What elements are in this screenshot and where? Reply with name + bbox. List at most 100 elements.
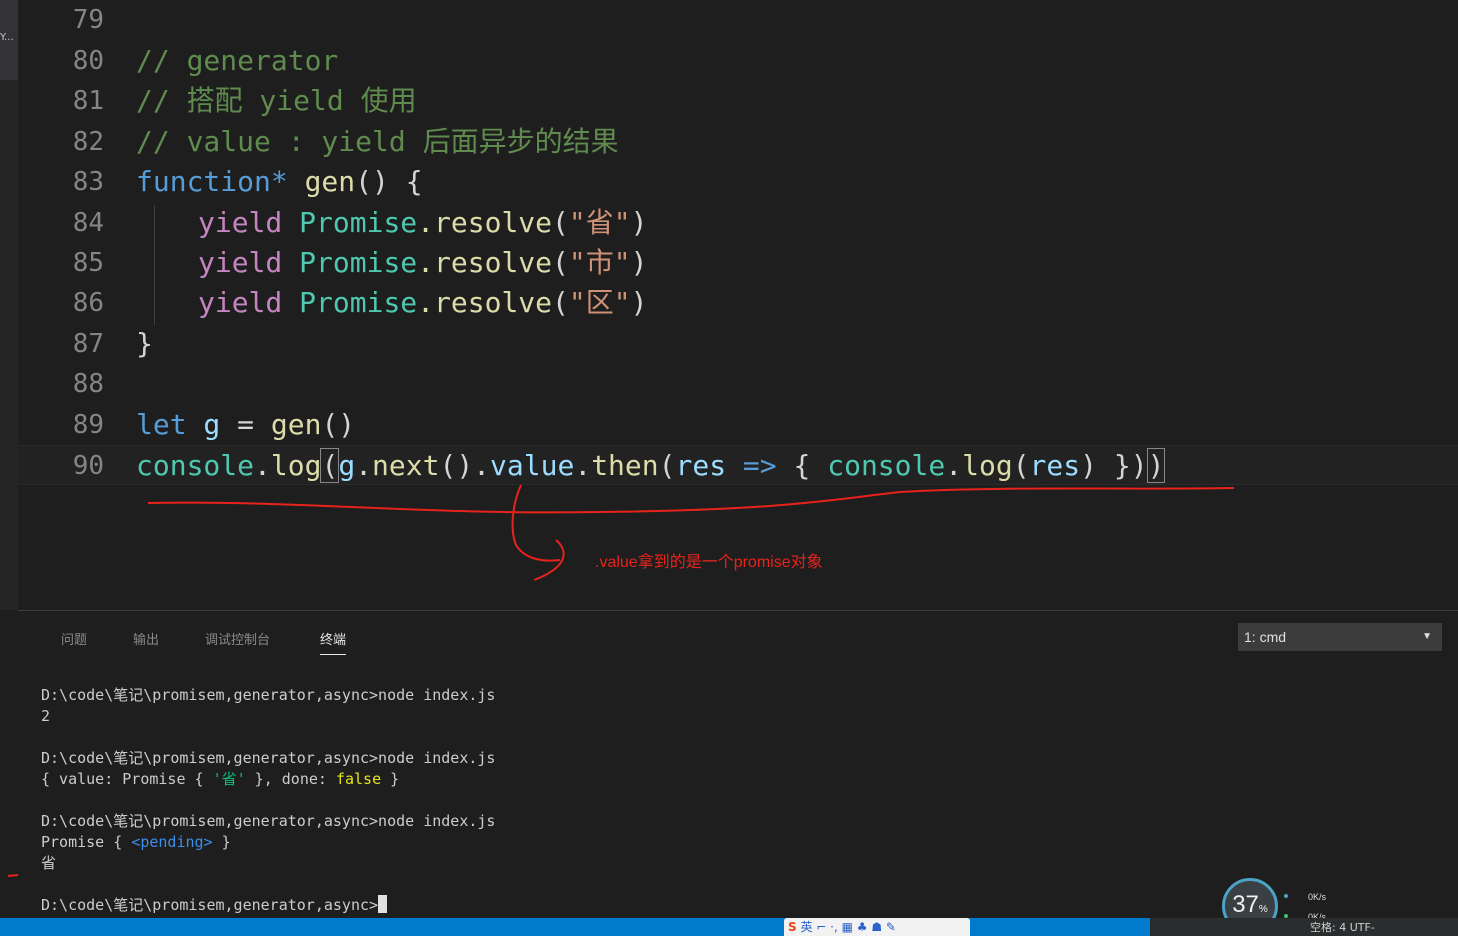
terminal-select[interactable]: 1: cmd ▼ — [1238, 623, 1442, 651]
code-line: 85 yield Promise.resolve("市") — [18, 243, 1458, 283]
method-then: then — [591, 449, 659, 482]
code-punct: { — [793, 449, 828, 482]
code-line: 80 // generator — [18, 41, 1458, 81]
code-comment: // value : yield 后面异步的结果 — [136, 125, 619, 158]
code-punct: ) — [630, 286, 648, 319]
terminal-boolean: false — [335, 770, 382, 788]
keyword-yield: yield — [198, 286, 283, 319]
method-name: .resolve — [417, 286, 553, 319]
upload-speed: 0K/s — [1308, 892, 1327, 902]
code-punct: ) — [630, 246, 648, 279]
string-literal: "市" — [568, 246, 631, 279]
line-number: 81 — [72, 86, 104, 116]
code-text: let g = gen() — [136, 405, 355, 445]
keyword-yield: yield — [198, 246, 283, 279]
property-value: value — [490, 449, 575, 482]
line-number: 89 — [72, 410, 104, 440]
code-punct: () — [321, 408, 356, 441]
keyword-yield: yield — [198, 206, 283, 239]
line-number: 82 — [72, 127, 104, 157]
terminal-text: } — [381, 770, 400, 788]
code-editor[interactable]: 79 80 // generator 81 // 搭配 yield 使用 82 … — [18, 0, 1458, 608]
code-line: 89 let g = gen() — [18, 405, 1458, 445]
ime-toolbar[interactable]: S 英 ⌐ ·, ▦ ♣ ☗ ✎ — [784, 918, 970, 936]
ime-status: 英 ⌐ ·, ▦ ♣ ☗ ✎ — [800, 920, 896, 934]
activity-tab[interactable]: Y... — [0, 0, 18, 80]
chevron-down-icon: ▼ — [1422, 631, 1432, 642]
method-log: log — [962, 449, 1013, 482]
function-call: gen — [270, 408, 322, 441]
code-punct: ( — [552, 286, 569, 319]
param-res: res — [1029, 449, 1081, 482]
class-name: Promise — [282, 246, 418, 279]
terminal-prompt: D:\code\笔记\promisem,generator,async> — [41, 895, 388, 914]
code-punct: . — [355, 449, 373, 482]
code-text: yield Promise.resolve("区") — [198, 283, 647, 323]
code-punct: (). — [439, 449, 491, 482]
terminal-output[interactable]: D:\code\笔记\promisem,generator,async>node… — [41, 685, 495, 916]
tab-problems[interactable]: 问题 — [61, 629, 87, 655]
terminal-line: Promise { <pending> } — [41, 833, 231, 851]
tab-debug-console[interactable]: 调试控制台 — [205, 629, 270, 655]
object-console: console — [136, 449, 255, 482]
line-number: 87 — [72, 329, 104, 359]
variable-name: g — [186, 408, 221, 441]
status-bar-right[interactable]: 空格: 4 UTF- — [1150, 918, 1458, 936]
vscode-window: Y... 79 80 // generator 81 // 搭配 yield 使… — [0, 0, 1458, 936]
code-text: function* gen() { — [136, 162, 423, 202]
object-console: console — [827, 449, 946, 482]
code-comment: // generator — [136, 44, 339, 77]
line-number: 86 — [72, 288, 104, 318]
line-number: 90 — [72, 451, 104, 481]
code-text: } — [136, 327, 153, 360]
annotation-note: .value拿到的是一个promise对象 — [595, 554, 823, 571]
line-number: 84 — [72, 208, 104, 238]
code-punct: () { — [355, 165, 423, 198]
code-line: 81 // 搭配 yield 使用 — [18, 81, 1458, 121]
class-name: Promise — [282, 206, 418, 239]
terminal-line: D:\code\笔记\promisem,generator,async>node… — [41, 686, 496, 704]
code-punct: . — [945, 449, 963, 482]
terminal-text: D:\code\笔记\promisem,generator,async> — [41, 896, 379, 914]
tab-terminal[interactable]: 终端 — [320, 629, 347, 655]
bottom-panel: 问题 输出 调试控制台 终端 1: cmd ▼ D:\code\笔记\promi… — [18, 610, 1458, 918]
line-number: 85 — [72, 248, 104, 278]
terminal-line: D:\code\笔记\promisem,generator,async>node… — [41, 812, 496, 830]
terminal-line: 2 — [41, 707, 51, 725]
status-bar: S 英 ⌐ ·, ▦ ♣ ☗ ✎ 空格: 4 UTF- — [0, 918, 1458, 936]
code-punct: . — [574, 449, 592, 482]
terminal-select-value: 1: cmd — [1244, 629, 1287, 645]
upload-dot-icon — [1284, 894, 1288, 898]
code-text: yield Promise.resolve("市") — [198, 243, 647, 283]
param-res: res — [675, 449, 727, 482]
line-number: 80 — [72, 46, 104, 76]
code-punct: ( — [1012, 449, 1030, 482]
terminal-line: D:\code\笔记\promisem,generator,async>node… — [41, 749, 496, 767]
tab-output[interactable]: 输出 — [133, 629, 159, 655]
code-line: 84 yield Promise.resolve("省") — [18, 203, 1458, 243]
current-line: 90 console.log(g.next().value.then(res =… — [18, 445, 1458, 485]
matched-bracket: ) — [1146, 448, 1166, 483]
code-punct: ( — [552, 246, 569, 279]
code-text: console.log(g.next().value.then(res => {… — [136, 446, 1166, 486]
method-name: .resolve — [417, 246, 553, 279]
terminal-text: }, done: — [245, 770, 336, 788]
code-line: 88 — [18, 364, 1458, 404]
code-punct: ) — [630, 206, 648, 239]
code-comment: // 搭配 yield 使用 — [136, 84, 417, 117]
method-name: .resolve — [417, 206, 553, 239]
code-line: 87 } — [18, 324, 1458, 364]
method-next: next — [372, 449, 440, 482]
cpu-unit: % — [1258, 904, 1268, 915]
line-number: 88 — [72, 369, 104, 399]
code-text: yield Promise.resolve("省") — [198, 203, 647, 243]
sogou-logo-icon: S — [788, 920, 797, 934]
line-number: 83 — [72, 167, 104, 197]
code-line: 86 yield Promise.resolve("区") — [18, 283, 1458, 323]
keyword-let: let — [136, 408, 187, 441]
string-literal: "区" — [568, 286, 631, 319]
terminal-text: { value: Promise { — [41, 770, 213, 788]
arrow-operator: => — [726, 449, 794, 482]
code-punct: ) }) — [1080, 449, 1148, 482]
class-name: Promise — [282, 286, 418, 319]
